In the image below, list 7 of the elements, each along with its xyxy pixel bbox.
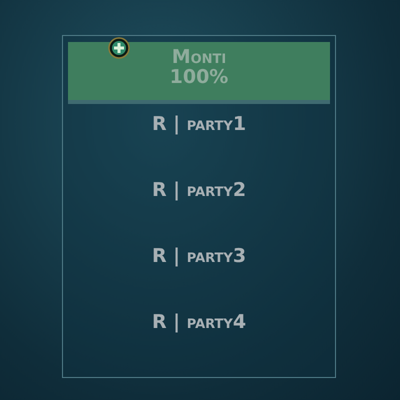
party-slot[interactable]: R | party1: [152, 113, 246, 135]
party-slot[interactable]: R | party3: [152, 245, 246, 267]
plus-icon: [108, 37, 130, 59]
party-slot[interactable]: R | party4: [152, 311, 246, 333]
member-name: Monti: [172, 47, 226, 67]
health-percent: 100%: [170, 67, 228, 87]
party-slot[interactable]: R | party2: [152, 179, 246, 201]
